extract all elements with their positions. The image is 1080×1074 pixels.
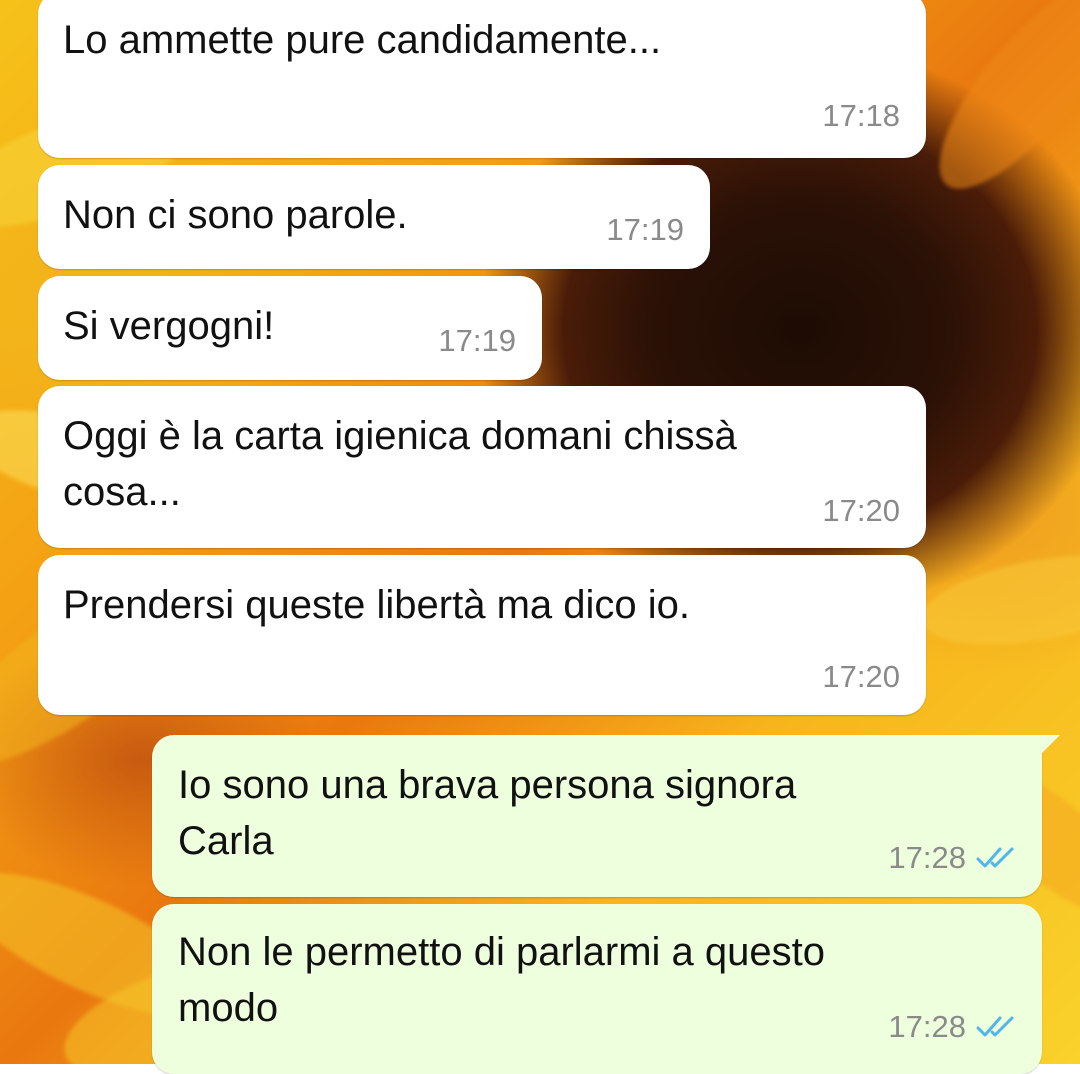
message-text: Oggi è la carta igienica domani chissà c… [63, 414, 737, 514]
incoming-message[interactable]: Si vergogni! 17:19 [38, 276, 542, 380]
message-time: 17:19 [606, 212, 684, 247]
message-text: Io sono una brava persona signora Carla [178, 763, 797, 863]
message-text: Si vergogni! [63, 304, 275, 348]
message-time: 17:20 [822, 493, 900, 528]
outgoing-message[interactable]: Non le permetto di parlarmi a questo mod… [152, 904, 1042, 1074]
message-list[interactable]: Lo ammette pure candidamente... 17:18 No… [0, 0, 1080, 1074]
message-time: 17:28 [888, 1009, 966, 1044]
message-time: 17:20 [822, 659, 900, 694]
message-text: Non le permetto di parlarmi a questo mod… [178, 930, 825, 1030]
message-time: 17:19 [438, 323, 516, 358]
bubble-tail [1038, 735, 1060, 757]
incoming-message[interactable]: Non ci sono parole. 17:19 [38, 165, 710, 269]
incoming-message[interactable]: Lo ammette pure candidamente... 17:18 [38, 0, 926, 158]
incoming-message[interactable]: Prendersi queste libertà ma dico io. 17:… [38, 555, 926, 715]
message-time: 17:18 [822, 98, 900, 133]
message-text: Prendersi queste libertà ma dico io. [63, 583, 690, 627]
double-check-icon [976, 1016, 1014, 1037]
incoming-message[interactable]: Oggi è la carta igienica domani chissà c… [38, 386, 926, 548]
message-time: 17:28 [888, 840, 966, 875]
double-check-icon [976, 847, 1014, 868]
message-text: Lo ammette pure candidamente... [63, 18, 662, 62]
outgoing-message[interactable]: Io sono una brava persona signora Carla … [152, 735, 1060, 897]
message-text: Non ci sono parole. [63, 193, 408, 237]
